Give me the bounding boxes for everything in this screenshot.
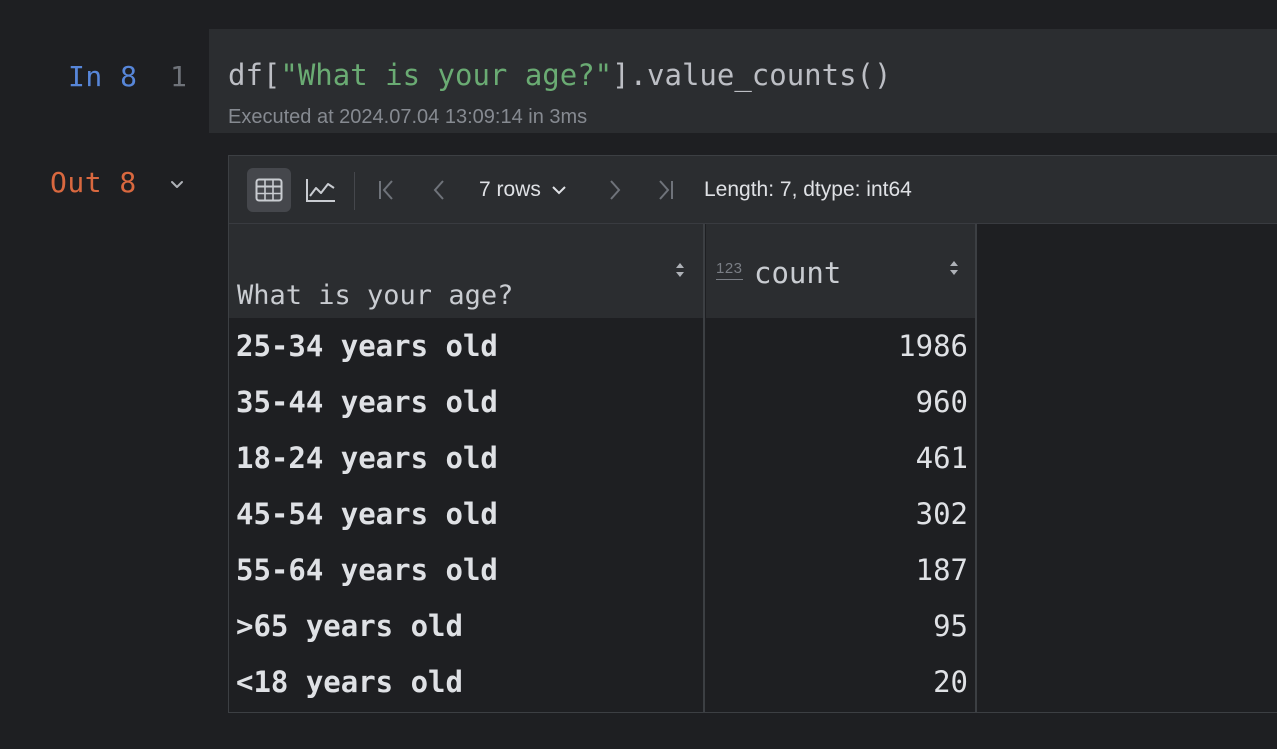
index-column-header[interactable]: What is your age?	[229, 224, 705, 318]
table-row-label: 55-64 years old	[236, 553, 498, 587]
collapse-chevron-icon[interactable]	[168, 176, 186, 194]
table-view-button[interactable]	[247, 168, 291, 212]
line-number: 1	[170, 60, 187, 93]
toolbar-divider	[354, 172, 355, 210]
next-page-icon[interactable]	[603, 178, 627, 202]
chart-view-button[interactable]	[299, 168, 343, 212]
length-dtype-info: Length: 7, dtype: int64	[704, 178, 912, 201]
rows-count-label: 7 rows	[479, 178, 541, 201]
output-prompt: Out 8	[50, 166, 137, 199]
chevron-down-icon	[552, 186, 566, 195]
sort-icon[interactable]	[948, 258, 960, 278]
output-toolbar: 7 rows Length: 7, dtype: int64	[229, 156, 1277, 224]
table-row-count: 302	[915, 497, 968, 531]
last-page-icon[interactable]	[653, 178, 677, 202]
sort-icon[interactable]	[674, 260, 686, 280]
table-row-count: 1986	[898, 329, 968, 363]
input-prompt: In 8	[68, 60, 138, 93]
table-row-count: 95	[933, 609, 968, 643]
count-column-header[interactable]: 123 count	[706, 224, 976, 318]
index-header-label: What is your age?	[237, 280, 514, 311]
code-string-literal: "What is your age?"	[280, 58, 613, 92]
table-row-label: <18 years old	[236, 665, 463, 699]
column-divider[interactable]	[703, 224, 705, 713]
code-suffix: ].value_counts()	[612, 58, 892, 92]
code-line[interactable]: df["What is your age?"].value_counts()	[228, 58, 891, 92]
table-row-count: 20	[933, 665, 968, 699]
table-row-count: 461	[915, 441, 968, 475]
table-row-label: 35-44 years old	[236, 385, 498, 419]
table-grid-icon	[255, 178, 283, 202]
numeric-type-icon: 123	[716, 260, 743, 280]
count-header-label: count	[754, 256, 842, 290]
table-row-label: 25-34 years old	[236, 329, 498, 363]
table-row-label: >65 years old	[236, 609, 463, 643]
output-panel: 7 rows Length: 7, dtype: int64 What is y…	[228, 155, 1277, 713]
code-prefix: df[	[228, 58, 281, 92]
table-row-label: 45-54 years old	[236, 497, 498, 531]
line-chart-icon	[306, 179, 335, 202]
table-row-count: 960	[915, 385, 968, 419]
first-page-icon[interactable]	[375, 178, 399, 202]
previous-page-icon[interactable]	[427, 178, 451, 202]
notebook-view: In 8 1 df["What is your age?"].value_cou…	[0, 0, 1277, 749]
execution-info: Executed at 2024.07.04 13:09:14 in 3ms	[228, 106, 588, 128]
rows-dropdown[interactable]: 7 rows	[479, 178, 567, 202]
column-divider[interactable]	[975, 224, 977, 713]
table-row-label: 18-24 years old	[236, 441, 498, 475]
table-row-count: 187	[915, 553, 968, 587]
